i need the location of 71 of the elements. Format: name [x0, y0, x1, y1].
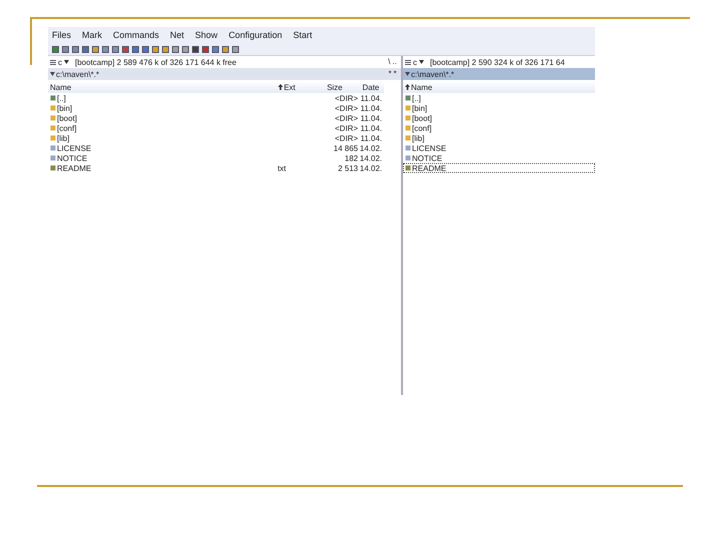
file-size: 2 513	[336, 164, 358, 172]
menu-item[interactable]: Commands	[113, 30, 160, 40]
file-name[interactable]: [boot]	[412, 114, 432, 122]
file-row[interactable]: [boot]	[403, 113, 595, 123]
menu-item[interactable]: Start	[293, 30, 312, 40]
file-row[interactable]: README	[403, 163, 595, 173]
file-size: 182	[344, 154, 358, 162]
drive-selector[interactable]: c	[50, 58, 69, 66]
file-row[interactable]: NOTICE	[403, 153, 595, 163]
file-size: <DIR>	[334, 134, 358, 142]
file-row[interactable]: [..]	[403, 93, 595, 103]
file-name[interactable]: [lib]	[57, 134, 70, 142]
file-name[interactable]: README	[57, 164, 92, 172]
path-text: c:\maven\*.*	[411, 70, 454, 78]
file-size: <DIR>	[334, 114, 358, 122]
column-header[interactable]: Name	[50, 82, 278, 92]
menu-item[interactable]: Show	[195, 30, 218, 40]
path-text: c:\maven\*.*	[56, 70, 100, 78]
file-name[interactable]: [conf]	[412, 124, 432, 132]
file-row[interactable]: [conf]	[403, 123, 595, 133]
drive-info: [bootcamp] 2 589 476 k of 326 171 644 k free	[75, 58, 236, 66]
drive-icon	[405, 60, 411, 64]
file-name[interactable]: LICENSE	[57, 144, 92, 152]
file-name[interactable]: [conf]	[57, 124, 77, 132]
menu-item[interactable]: Files	[52, 30, 72, 40]
caret-icon	[405, 72, 410, 76]
file-date: 11.04.	[362, 104, 382, 112]
file-name[interactable]: [boot]	[57, 114, 78, 122]
column-header[interactable]: Ext	[278, 82, 327, 92]
file-name[interactable]: [..]	[57, 94, 66, 102]
file-name[interactable]: README	[412, 164, 446, 172]
filter-button[interactable]: *	[394, 70, 397, 78]
column-header[interactable]: Date	[362, 82, 382, 92]
file-size: <DIR>	[334, 104, 358, 112]
file-name[interactable]: LICENSE	[412, 144, 446, 152]
file-date: 11.04.	[362, 114, 382, 122]
caret-icon	[64, 60, 69, 64]
drive-icon	[50, 60, 56, 64]
caret-icon	[50, 72, 55, 76]
file-name[interactable]: [lib]	[412, 134, 424, 142]
menu-item[interactable]: Net	[170, 30, 184, 40]
drive-info: [bootcamp] 2 590 324 k of 326 171 64	[430, 58, 565, 66]
caret-icon	[419, 60, 424, 64]
file-name[interactable]: [bin]	[412, 104, 428, 112]
file-size: <DIR>	[334, 94, 358, 102]
file-extension: txt	[278, 164, 286, 172]
file-name[interactable]: [..]	[412, 94, 421, 102]
root-button[interactable]: \	[388, 58, 390, 66]
file-date: 14.02.	[362, 164, 382, 172]
file-row[interactable]: [bin]	[403, 103, 595, 113]
drive-selector[interactable]: c	[405, 58, 424, 66]
file-name[interactable]: NOTICE	[412, 154, 442, 162]
sort-arrow-icon	[405, 84, 410, 90]
filter-button[interactable]: *	[388, 70, 392, 78]
file-name[interactable]: NOTICE	[57, 154, 88, 162]
file-date: 11.04.	[362, 124, 382, 132]
file-row[interactable]: LICENSE	[403, 143, 595, 153]
sort-arrow-icon	[278, 84, 283, 90]
parent-button[interactable]: ..	[392, 58, 397, 66]
file-size: <DIR>	[334, 124, 358, 132]
menu-item[interactable]: Configuration	[228, 30, 282, 40]
column-header[interactable]: Name	[405, 82, 593, 92]
file-date: 14.02.	[362, 154, 382, 162]
file-name[interactable]: [bin]	[57, 104, 72, 112]
file-date: 11.04.	[362, 94, 382, 102]
file-date: 11.04.	[362, 134, 382, 142]
file-row[interactable]: [lib]	[403, 133, 595, 143]
file-date: 14.02.	[362, 144, 382, 152]
column-header[interactable]: Size	[326, 82, 358, 92]
menu-item[interactable]: Mark	[82, 30, 102, 40]
file-size: 14 865	[332, 144, 358, 152]
